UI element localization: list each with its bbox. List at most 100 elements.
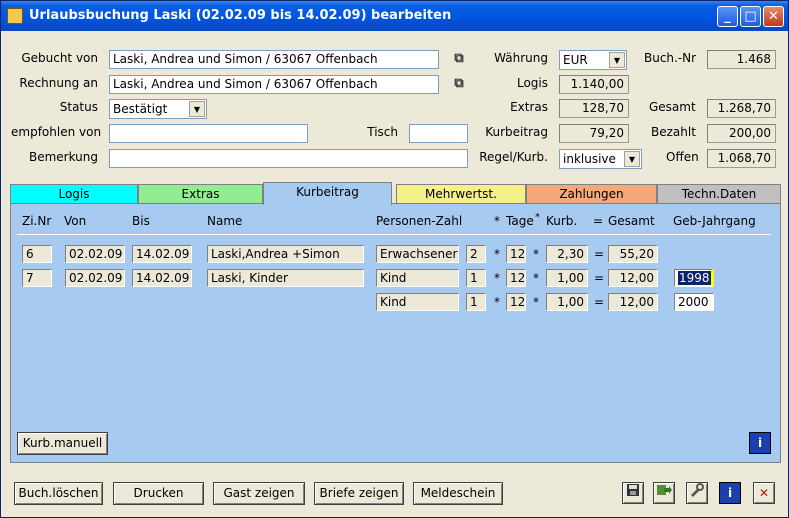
info-icon[interactable]: i [749, 432, 771, 454]
tab-techn-daten[interactable]: Techn.Daten [657, 184, 781, 204]
tab-mehrwertst[interactable]: Mehrwertst. [396, 184, 526, 204]
rechnung-an-field[interactable]: Laski, Andrea und Simon / 63067 Offenbac… [109, 75, 439, 94]
buch-loeschen-button[interactable]: Buch.löschen [14, 482, 103, 505]
offen-value: 1.068,70 [707, 149, 776, 168]
window-title: Urlaubsbuchung Laski (02.02.09 bis 14.02… [29, 8, 452, 23]
row1-anzahl[interactable]: 2 [466, 245, 486, 263]
header-eq: = [593, 214, 604, 228]
tools-icon[interactable] [686, 482, 708, 504]
offen-label: Offen [666, 150, 699, 164]
gast-zeigen-button[interactable]: Gast zeigen [213, 482, 305, 505]
row2-name[interactable]: Laski, Kinder [207, 269, 364, 287]
row1-zinr[interactable]: 6 [22, 245, 52, 263]
tab-bar: Logis Extras Kurbeitrag Mehrwertst. Zahl… [10, 182, 781, 205]
tisch-label: Tisch [367, 125, 398, 139]
header-mul2: * [535, 212, 540, 223]
tab-kurbeitrag[interactable]: Kurbeitrag [263, 182, 392, 205]
waehrung-select[interactable]: EUR ▼ [559, 50, 627, 70]
row2-zinr[interactable]: 7 [22, 269, 52, 287]
search-invoice-guest-icon[interactable]: ⧉ [450, 75, 468, 93]
rechnung-an-label: Rechnung an [19, 76, 98, 90]
row1-name[interactable]: Laski,Andrea +Simon [207, 245, 364, 263]
regel-label: Regel/Kurb. [479, 150, 548, 164]
header-gesamt: Gesamt [608, 214, 655, 228]
row2-jahrgang-selected-text: 1998 [678, 271, 711, 285]
tab-logis[interactable]: Logis [10, 184, 138, 204]
title-bar[interactable]: Urlaubsbuchung Laski (02.02.09 bis 14.02… [1, 1, 788, 31]
kurbeitrag-label: Kurbeitrag [485, 125, 548, 139]
export-icon[interactable] [653, 482, 675, 504]
drucken-button[interactable]: Drucken [113, 482, 204, 505]
gebucht-von-field[interactable]: Laski, Andrea und Simon / 63067 Offenbac… [109, 50, 439, 69]
info-icon[interactable]: i [719, 482, 741, 504]
row3-mul2: * [533, 295, 539, 309]
extras-value: 128,70 [559, 99, 629, 118]
header-tage: Tage [506, 214, 534, 228]
status-label: Status [59, 100, 98, 114]
row2-eq: = [594, 271, 605, 285]
gesamt-label: Gesamt [649, 100, 696, 114]
status-value: Bestätigt [113, 102, 168, 116]
tab-extras[interactable]: Extras [138, 184, 263, 204]
row3-gesamt: 12,00 [608, 293, 658, 311]
row2-kurb[interactable]: 1,00 [546, 269, 588, 287]
row3-kurb[interactable]: 1,00 [546, 293, 588, 311]
row1-kurb[interactable]: 2,30 [546, 245, 588, 263]
row1-bis[interactable]: 14.02.09 [132, 245, 192, 263]
regel-select[interactable]: inklusive ▼ [559, 149, 642, 169]
status-select[interactable]: Bestätigt ▼ [109, 99, 207, 119]
row2-mul2: * [533, 271, 539, 285]
save-icon[interactable] [622, 482, 644, 504]
bezahlt-label: Bezahlt [651, 125, 696, 139]
chevron-down-icon[interactable]: ▼ [189, 101, 205, 117]
header-divider [17, 234, 771, 235]
briefe-zeigen-button[interactable]: Briefe zeigen [314, 482, 404, 505]
row1-mul2: * [533, 247, 539, 261]
kurb-manuell-button[interactable]: Kurb.manuell [17, 432, 108, 455]
bemerkung-field[interactable] [109, 149, 468, 168]
chevron-down-icon[interactable]: ▼ [624, 151, 640, 167]
header-zinr: Zi.Nr [22, 214, 52, 228]
meldeschein-button[interactable]: Meldeschein [413, 482, 503, 505]
regel-value: inklusive [563, 152, 616, 166]
row2-gesamt: 12,00 [608, 269, 658, 287]
row2-mul1: * [494, 271, 500, 285]
empfohlen-field[interactable] [109, 124, 308, 143]
kurbeitrag-value: 79,20 [559, 124, 629, 143]
search-guest-icon[interactable]: ⧉ [450, 50, 468, 68]
maximize-button[interactable]: □ [740, 6, 761, 27]
row3-tage[interactable]: 12 [506, 293, 526, 311]
buchnr-label: Buch.-Nr [644, 51, 697, 65]
row3-anzahl[interactable]: 1 [466, 293, 486, 311]
delete-icon[interactable]: ✕ [753, 482, 775, 504]
gebucht-von-label: Gebucht von [21, 51, 98, 65]
app-icon [7, 8, 23, 24]
row1-mul1: * [494, 247, 500, 261]
row2-bis[interactable]: 14.02.09 [132, 269, 192, 287]
row1-eq: = [594, 247, 605, 261]
row3-eq: = [594, 295, 605, 309]
row2-jahrgang[interactable]: 1998 [674, 269, 714, 287]
row1-von[interactable]: 02.02.09 [65, 245, 125, 263]
kurbeitrag-panel: Zi.Nr Von Bis Name Personen-Zahl * Tage … [10, 203, 781, 463]
close-button[interactable]: ✕ [763, 6, 784, 27]
row3-typ[interactable]: Kind [376, 293, 459, 311]
header-jahrgang: Geb-Jahrgang [673, 214, 756, 228]
row2-typ[interactable]: Kind [376, 269, 459, 287]
extras-label: Extras [510, 100, 548, 114]
minimize-button[interactable]: _ [717, 6, 738, 27]
row2-anzahl[interactable]: 1 [466, 269, 486, 287]
logis-value: 1.140,00 [559, 75, 629, 94]
logis-label: Logis [516, 76, 548, 90]
tab-zahlungen[interactable]: Zahlungen [526, 184, 657, 204]
bemerkung-label: Bemerkung [28, 150, 98, 164]
tisch-field[interactable] [409, 124, 468, 143]
chevron-down-icon[interactable]: ▼ [609, 52, 625, 68]
row1-tage[interactable]: 12 [506, 245, 526, 263]
row1-typ[interactable]: Erwachsener [376, 245, 459, 263]
booking-window: Urlaubsbuchung Laski (02.02.09 bis 14.02… [0, 0, 789, 518]
header-personen: Personen-Zahl [376, 214, 463, 228]
row2-tage[interactable]: 12 [506, 269, 526, 287]
row3-jahrgang[interactable]: 2000 [674, 293, 714, 311]
row2-von[interactable]: 02.02.09 [65, 269, 125, 287]
